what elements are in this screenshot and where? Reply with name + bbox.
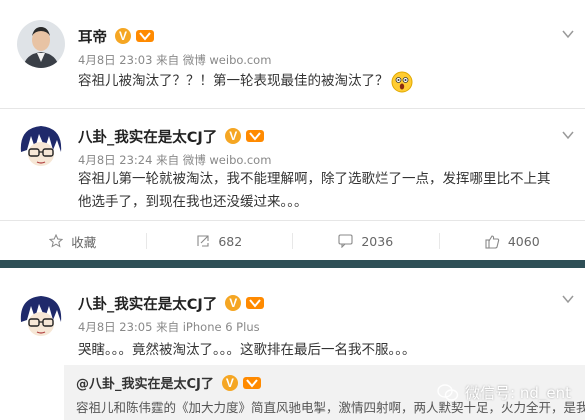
star-icon xyxy=(49,234,64,248)
verified-badge-icon: V xyxy=(115,28,131,44)
vip-level-icon xyxy=(136,30,154,42)
surprised-face-icon xyxy=(391,71,412,92)
chevron-down-icon[interactable] xyxy=(561,292,575,306)
chevron-down-icon[interactable] xyxy=(561,128,575,142)
wechat-icon xyxy=(437,383,459,401)
favorite-button[interactable]: 收藏 xyxy=(0,221,146,261)
avatar[interactable] xyxy=(17,292,65,340)
post-meta: 4月8日 23:05 来自 iPhone 6 Plus xyxy=(78,320,260,334)
vip-level-icon xyxy=(246,130,265,142)
username[interactable]: 耳帝 xyxy=(78,26,107,47)
post-text: 容祖儿被淘汰了？？！第一轮表现最佳的被淘汰了？ xyxy=(78,73,389,89)
post-meta: 4月8日 23:03 来自 微博 weibo.com xyxy=(78,53,272,67)
avatar[interactable] xyxy=(17,122,65,170)
comment-count: 2036 xyxy=(361,233,394,249)
vip-level-icon xyxy=(242,376,261,389)
post-meta: 4月8日 23:24 来自 微博 weibo.com xyxy=(78,153,272,167)
vip-level-icon xyxy=(246,297,265,309)
chevron-down-icon[interactable] xyxy=(561,27,575,41)
verified-badge-icon: V xyxy=(221,374,238,391)
post-text: 容祖儿第一轮就被淘汰，我不能理解啊，除了选歌烂了一点，发挥哪里比不上其他选手了，… xyxy=(78,171,551,210)
verified-badge-icon: V xyxy=(225,295,242,311)
repost-button[interactable]: 682 xyxy=(145,233,293,249)
watermark-text: 微信号: nd_ent xyxy=(465,384,571,402)
post-text: 哭瞎。。。竟然被淘汰了。。。这歌排在最后一名我不服。。。 xyxy=(78,342,416,358)
avatar[interactable] xyxy=(17,20,65,68)
section-divider xyxy=(0,260,585,268)
repost-icon xyxy=(197,235,209,247)
repost-username[interactable]: @八卦_我实在是太CJ了 xyxy=(76,373,214,392)
like-button[interactable]: 4060 xyxy=(438,233,585,249)
username[interactable]: 八卦_我实在是太CJ了 xyxy=(78,293,217,314)
thumbs-up-icon xyxy=(485,234,500,249)
favorite-label: 收藏 xyxy=(71,234,97,250)
post-actions-bar: 收藏 682 2036 4060 xyxy=(0,221,585,261)
comment-icon xyxy=(338,234,353,248)
verified-badge-icon: V xyxy=(225,128,242,144)
post-separator xyxy=(0,108,585,109)
comment-button[interactable]: 2036 xyxy=(292,233,439,249)
wechat-watermark: 微信号: nd_ent xyxy=(437,382,571,403)
repost-count: 682 xyxy=(218,233,243,249)
like-count: 4060 xyxy=(507,233,540,249)
username[interactable]: 八卦_我实在是太CJ了 xyxy=(78,126,217,147)
